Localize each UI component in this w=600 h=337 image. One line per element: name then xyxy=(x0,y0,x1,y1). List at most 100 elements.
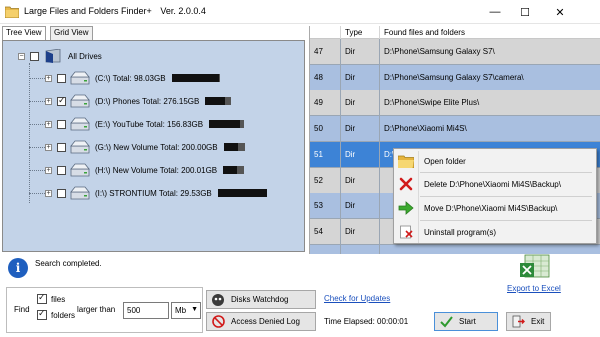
minimize-icon: — xyxy=(489,6,501,18)
drive-row[interactable]: + (G:\) New Volume Total: 200.00GB xyxy=(45,140,245,154)
watchdog-icon xyxy=(211,293,225,307)
folder-icon xyxy=(394,150,418,172)
tree-line xyxy=(29,63,30,203)
row-index: 49 xyxy=(310,90,341,116)
drive-usage-bar xyxy=(217,189,267,197)
checkmark-icon xyxy=(439,315,453,329)
maximize-button[interactable]: ☐ xyxy=(510,0,540,24)
hard-drive-icon xyxy=(69,163,91,177)
drive-row[interactable]: + (I:\) STRONTIUM Total: 29.53GB xyxy=(45,186,267,200)
menu-move[interactable]: Move D:\Phone\Xiaomi Mi4S\Backup\ xyxy=(394,197,596,219)
unit-value: Mb xyxy=(175,306,187,315)
row-index: 55 xyxy=(310,245,341,254)
header-found[interactable]: Found files and folders xyxy=(380,26,600,39)
tab-tree-view[interactable]: Tree View xyxy=(2,26,46,41)
status-row: i Search completed. xyxy=(0,255,600,281)
drive-label: (H:\) New Volume Total: 200.01GB xyxy=(95,165,218,175)
menu-open-folder[interactable]: Open folder xyxy=(394,150,596,172)
window-title: Large Files and Folders Finder+ Ver. 2.0… xyxy=(24,6,206,16)
tree-line xyxy=(29,78,45,79)
drive-checkbox[interactable] xyxy=(57,73,66,83)
drive-label: (G:\) New Volume Total: 200.00GB xyxy=(95,142,218,152)
table-row[interactable]: 48 Dir D:\Phone\Samsung Galaxy S7\camera\ xyxy=(310,65,600,91)
drive-row[interactable]: + (D:\) Phones Total: 276.15GB xyxy=(45,94,232,108)
tree-root-row[interactable]: − All Drives xyxy=(18,48,102,63)
drive-row[interactable]: + (H:\) New Volume Total: 200.01GB xyxy=(45,163,245,177)
drive-usage-used xyxy=(223,143,238,151)
collapse-icon[interactable]: − xyxy=(18,52,25,60)
row-path: D:\Phone\Xiaomi Mi4S\ xyxy=(380,116,600,142)
drive-checkbox[interactable] xyxy=(57,95,66,106)
row-index: 54 xyxy=(310,219,341,245)
row-type: Dir xyxy=(341,245,380,254)
exit-button[interactable]: Exit xyxy=(506,312,551,331)
drive-usage-free xyxy=(218,74,220,82)
folders-label: folders xyxy=(51,311,76,320)
drive-tree[interactable]: − All Drives + (C:\) Total: 98.03GB + (D:\)… xyxy=(2,40,305,252)
files-checkbox[interactable] xyxy=(37,292,47,304)
row-index: 52 xyxy=(310,168,341,194)
expand-icon[interactable]: + xyxy=(45,143,52,151)
row-index: 50 xyxy=(310,116,341,142)
menu-delete[interactable]: Delete D:\Phone\Xiaomi Mi4S\Backup\ xyxy=(394,173,596,195)
drive-label: (C:\) Total: 98.03GB xyxy=(95,73,166,83)
row-type: Dir xyxy=(341,65,380,91)
status-text: Search completed. xyxy=(35,259,102,268)
grid-header: Type Found files and folders xyxy=(310,26,600,39)
start-button[interactable]: Start xyxy=(434,312,498,331)
size-input[interactable]: 500 xyxy=(123,302,169,319)
table-row[interactable]: 47 Dir D:\Phone\Samsung Galaxy S7\ xyxy=(310,39,600,65)
drive-checkbox[interactable] xyxy=(57,119,66,129)
menu-delete-label: Delete D:\Phone\Xiaomi Mi4S\Backup\ xyxy=(424,179,561,189)
access-denied-log-button[interactable]: Access Denied Log xyxy=(206,312,316,331)
all-drives-label: All Drives xyxy=(68,51,102,61)
drive-checkbox[interactable] xyxy=(57,188,66,198)
excel-icon[interactable] xyxy=(519,253,553,281)
drive-row[interactable]: + (E:\) YouTube Total: 156.83GB xyxy=(45,117,245,131)
drive-usage-bar xyxy=(171,74,220,82)
header-index[interactable] xyxy=(310,26,341,39)
app-folder-icon xyxy=(4,5,20,19)
expand-icon[interactable]: + xyxy=(45,120,52,128)
menu-uninstall[interactable]: Uninstall program(s) xyxy=(394,221,596,243)
folders-checkbox[interactable] xyxy=(37,308,47,320)
close-button[interactable]: ✕ xyxy=(545,0,575,24)
all-drives-checkbox[interactable] xyxy=(30,51,39,61)
expand-icon[interactable]: + xyxy=(45,97,52,105)
export-to-excel-link[interactable]: Export to Excel xyxy=(507,284,561,293)
disks-watchdog-button[interactable]: Disks Watchdog xyxy=(206,290,316,309)
drive-checkbox[interactable] xyxy=(57,165,66,175)
start-label: Start xyxy=(459,317,476,326)
check-for-updates-link[interactable]: Check for Updates xyxy=(324,294,390,303)
expand-icon[interactable]: + xyxy=(45,166,52,174)
close-icon: ✕ xyxy=(555,6,565,19)
header-type[interactable]: Type xyxy=(341,26,380,39)
drive-usage-free xyxy=(237,143,245,151)
table-row[interactable]: 50 Dir D:\Phone\Xiaomi Mi4S\ xyxy=(310,116,600,142)
expand-icon[interactable]: + xyxy=(45,74,52,82)
green-arrow-icon xyxy=(394,197,418,219)
table-row[interactable]: 55Dir xyxy=(310,245,600,254)
exit-label: Exit xyxy=(531,317,545,326)
drive-checkbox[interactable] xyxy=(57,142,66,152)
menu-uninstall-label: Uninstall program(s) xyxy=(424,227,497,237)
drive-row[interactable]: + (C:\) Total: 98.03GB xyxy=(45,71,220,85)
app-version: Ver. 2.0.0.4 xyxy=(160,6,206,16)
drive-usage-free xyxy=(240,120,245,128)
context-menu: Open folder Delete D:\Phone\Xiaomi Mi4S\… xyxy=(393,148,597,244)
row-index: 48 xyxy=(310,65,341,91)
row-path: D:\Phone\Samsung Galaxy S7\ xyxy=(380,39,600,65)
table-row[interactable]: 49 Dir D:\Phone\Swipe Elite Plus\ xyxy=(310,90,600,116)
row-path: D:\Phone\Samsung Galaxy S7\camera\ xyxy=(380,65,600,91)
row-index: 47 xyxy=(310,39,341,65)
expand-icon[interactable]: + xyxy=(45,189,52,197)
tree-line xyxy=(29,147,45,148)
unit-select[interactable]: Mb ▼ xyxy=(171,302,201,319)
minimize-button[interactable]: — xyxy=(480,0,510,24)
menu-open-folder-label: Open folder xyxy=(424,156,466,166)
drive-label: (E:\) YouTube Total: 156.83GB xyxy=(95,119,204,129)
row-type: Dir xyxy=(341,116,380,142)
menu-move-label: Move D:\Phone\Xiaomi Mi4S\Backup\ xyxy=(424,203,558,213)
drive-label: (I:\) STRONTIUM Total: 29.53GB xyxy=(95,188,212,198)
tab-grid-view[interactable]: Grid View xyxy=(50,26,93,40)
